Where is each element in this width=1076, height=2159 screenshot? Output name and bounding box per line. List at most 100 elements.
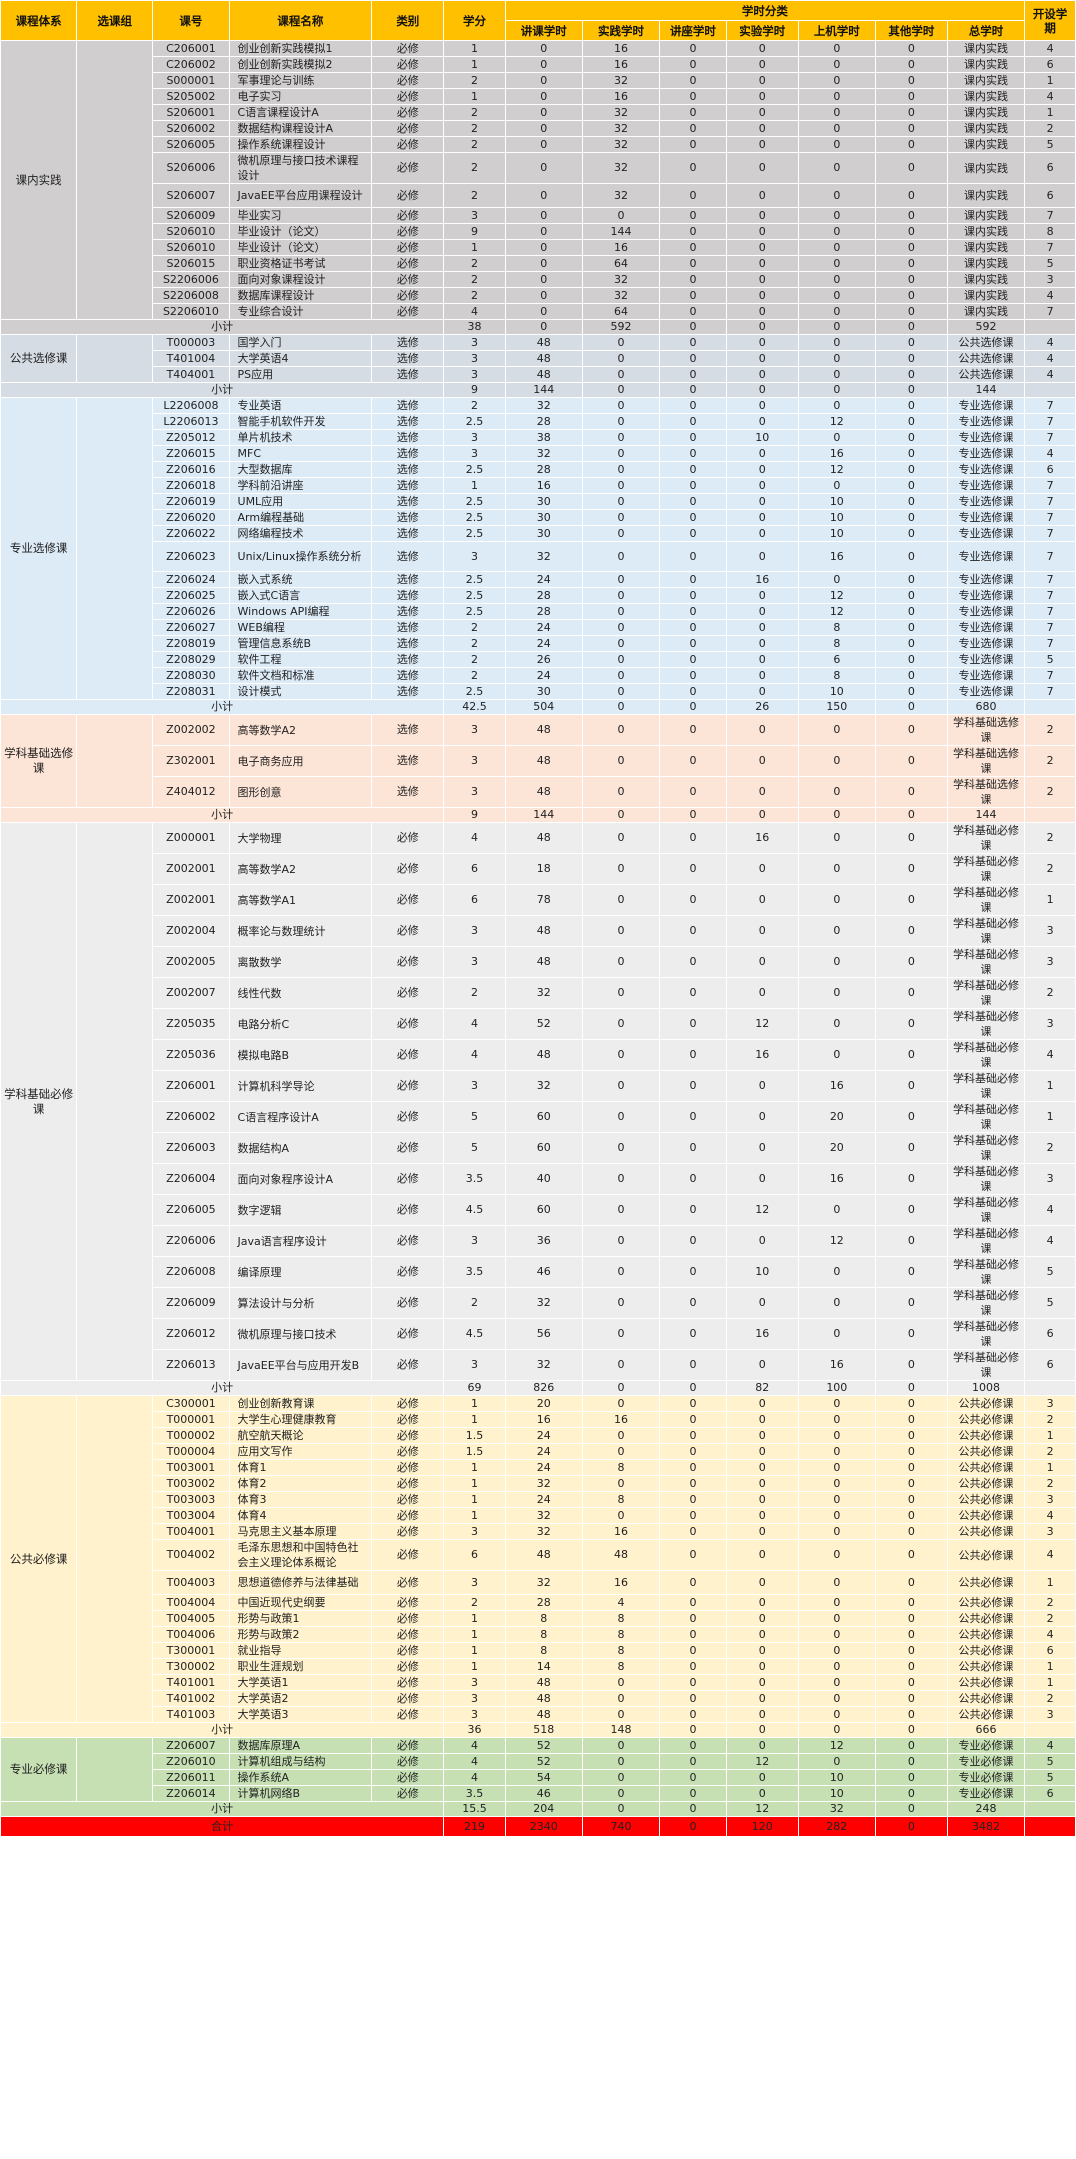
table-row: S206007 JavaEE平台应用课程设计 必修 2 0 32 0 0 0 0 课内实践 6 [1, 183, 1076, 208]
cell-name: 数据结构课程设计A [228, 120, 373, 137]
cell-practice: 32 [581, 287, 661, 304]
cell-code: S206006 [152, 152, 230, 184]
cell-practice: 0 [581, 714, 661, 746]
cell-computer: 0 [797, 776, 876, 808]
cell-code: Z000001 [152, 822, 230, 854]
cell-computer: 0 [797, 745, 876, 777]
cell-seminar: 0 [659, 1785, 727, 1802]
table-row: Z205012 单片机技术 选修 3 38 0 0 10 0 0 专业选修课 7 [1, 429, 1076, 446]
subtotal-label: 小计 [0, 807, 445, 823]
cell-code: Z206002 [152, 1101, 230, 1133]
cell-credit: 3 [443, 541, 506, 572]
cell-other: 0 [874, 1163, 948, 1195]
cell-credit: 2 [443, 136, 506, 153]
total-experiment: 120 [725, 1816, 799, 1837]
cell-experiment: 0 [725, 525, 799, 542]
cell-lecture: 28 [504, 461, 583, 478]
cell-practice: 0 [581, 1507, 661, 1524]
cell-credit: 1 [443, 477, 506, 494]
cell-lecture: 52 [504, 1737, 583, 1754]
cell-practice: 0 [581, 1475, 661, 1492]
cell-lecture: 48 [504, 822, 583, 854]
cell-total: 公共必修课 [946, 1674, 1026, 1691]
cell-lecture: 48 [504, 1539, 583, 1571]
cell-term: 7 [1024, 619, 1076, 636]
subtotal-term [1024, 319, 1076, 335]
cell-kind: 必修 [371, 1737, 445, 1754]
cell-practice: 0 [581, 915, 661, 947]
cell-practice: 0 [581, 571, 661, 588]
cell-credit: 1 [443, 40, 506, 57]
cell-computer: 0 [797, 350, 876, 367]
cell-lecture: 24 [504, 667, 583, 684]
cell-computer: 0 [797, 271, 876, 288]
cell-seminar: 0 [659, 1459, 727, 1476]
cell-computer: 0 [797, 152, 876, 184]
cell-other: 0 [874, 525, 948, 542]
cell-code: Z002001 [152, 853, 230, 885]
cell-practice: 0 [581, 1785, 661, 1802]
cell-total: 课内实践 [946, 88, 1026, 105]
subtotal-lecture: 518 [504, 1722, 583, 1738]
subtotal-other: 0 [874, 382, 948, 398]
cell-other: 0 [874, 223, 948, 240]
subtotal-experiment: 0 [725, 1722, 799, 1738]
cell-computer: 0 [797, 977, 876, 1009]
subtotal-practice: 0 [581, 807, 661, 823]
cell-kind: 选修 [371, 683, 445, 700]
table-row: S206006 微机原理与接口技术课程设计 必修 2 0 32 0 0 0 0 课内实践 6 [1, 152, 1076, 184]
cell-total: 公共必修课 [946, 1539, 1026, 1571]
cell-name: 电路分析C [228, 1008, 373, 1040]
table-row: S000001 军事理论与训练 必修 2 0 32 0 0 0 0 课内实践 1 [1, 72, 1076, 89]
cell-kind: 必修 [371, 853, 445, 885]
cell-lecture: 32 [504, 1349, 583, 1381]
table-row: Z206011 操作系统A 必修 4 54 0 0 0 10 0 专业必修课 5 [1, 1769, 1076, 1786]
subtotal-label: 小计 [0, 699, 445, 715]
table-row: T003004 体育4 必修 1 32 0 0 0 0 0 公共必修课 4 [1, 1507, 1076, 1524]
cell-total: 公共必修课 [946, 1507, 1026, 1524]
cell-total: 课内实践 [946, 255, 1026, 272]
cell-code: S206002 [152, 120, 230, 137]
table-row: Z208019 管理信息系统B 选修 2 24 0 0 0 8 0 专业选修课 7 [1, 635, 1076, 652]
cell-kind: 选修 [371, 350, 445, 367]
cell-practice: 0 [581, 1256, 661, 1288]
cell-seminar: 0 [659, 1475, 727, 1492]
cell-seminar: 0 [659, 651, 727, 668]
cell-seminar: 0 [659, 587, 727, 604]
cell-seminar: 0 [659, 635, 727, 652]
cell-practice: 16 [581, 56, 661, 73]
group-cell [76, 1395, 154, 1723]
cell-credit: 6 [443, 884, 506, 916]
cell-total: 公共必修课 [946, 1594, 1026, 1611]
cell-other: 0 [874, 1674, 948, 1691]
cell-total: 公共必修课 [946, 1610, 1026, 1627]
cell-term: 3 [1024, 946, 1076, 978]
cell-computer: 0 [797, 207, 876, 224]
cell-other: 0 [874, 88, 948, 105]
cell-code: T004005 [152, 1610, 230, 1627]
cell-code: T300001 [152, 1642, 230, 1659]
cell-code: C300001 [152, 1395, 230, 1412]
cell-kind: 必修 [371, 1427, 445, 1444]
cell-seminar: 0 [659, 303, 727, 320]
cell-term: 6 [1024, 1785, 1076, 1802]
cell-total: 专业选修课 [946, 461, 1026, 478]
cell-other: 0 [874, 1594, 948, 1611]
table-row: S2206010 专业综合设计 必修 4 0 64 0 0 0 0 课内实践 7 [1, 303, 1076, 320]
cell-other: 0 [874, 1753, 948, 1770]
cell-computer: 0 [797, 1256, 876, 1288]
cell-experiment: 0 [725, 350, 799, 367]
cell-seminar: 0 [659, 1753, 727, 1770]
cell-other: 0 [874, 603, 948, 620]
cell-other: 0 [874, 1132, 948, 1164]
cell-other: 0 [874, 1785, 948, 1802]
cell-name: 操作系统A [228, 1769, 373, 1786]
cell-name: 创业创新教育课 [228, 1395, 373, 1412]
cell-code: S000001 [152, 72, 230, 89]
cell-name: 高等数学A1 [228, 884, 373, 916]
cell-code: Z206015 [152, 445, 230, 462]
cell-experiment: 0 [725, 853, 799, 885]
table-row: Z302001 电子商务应用 选修 3 48 0 0 0 0 0 学科基础选修课 2 [1, 745, 1076, 777]
subtotal-practice: 592 [581, 319, 661, 335]
header-code: 课号 [152, 0, 230, 41]
